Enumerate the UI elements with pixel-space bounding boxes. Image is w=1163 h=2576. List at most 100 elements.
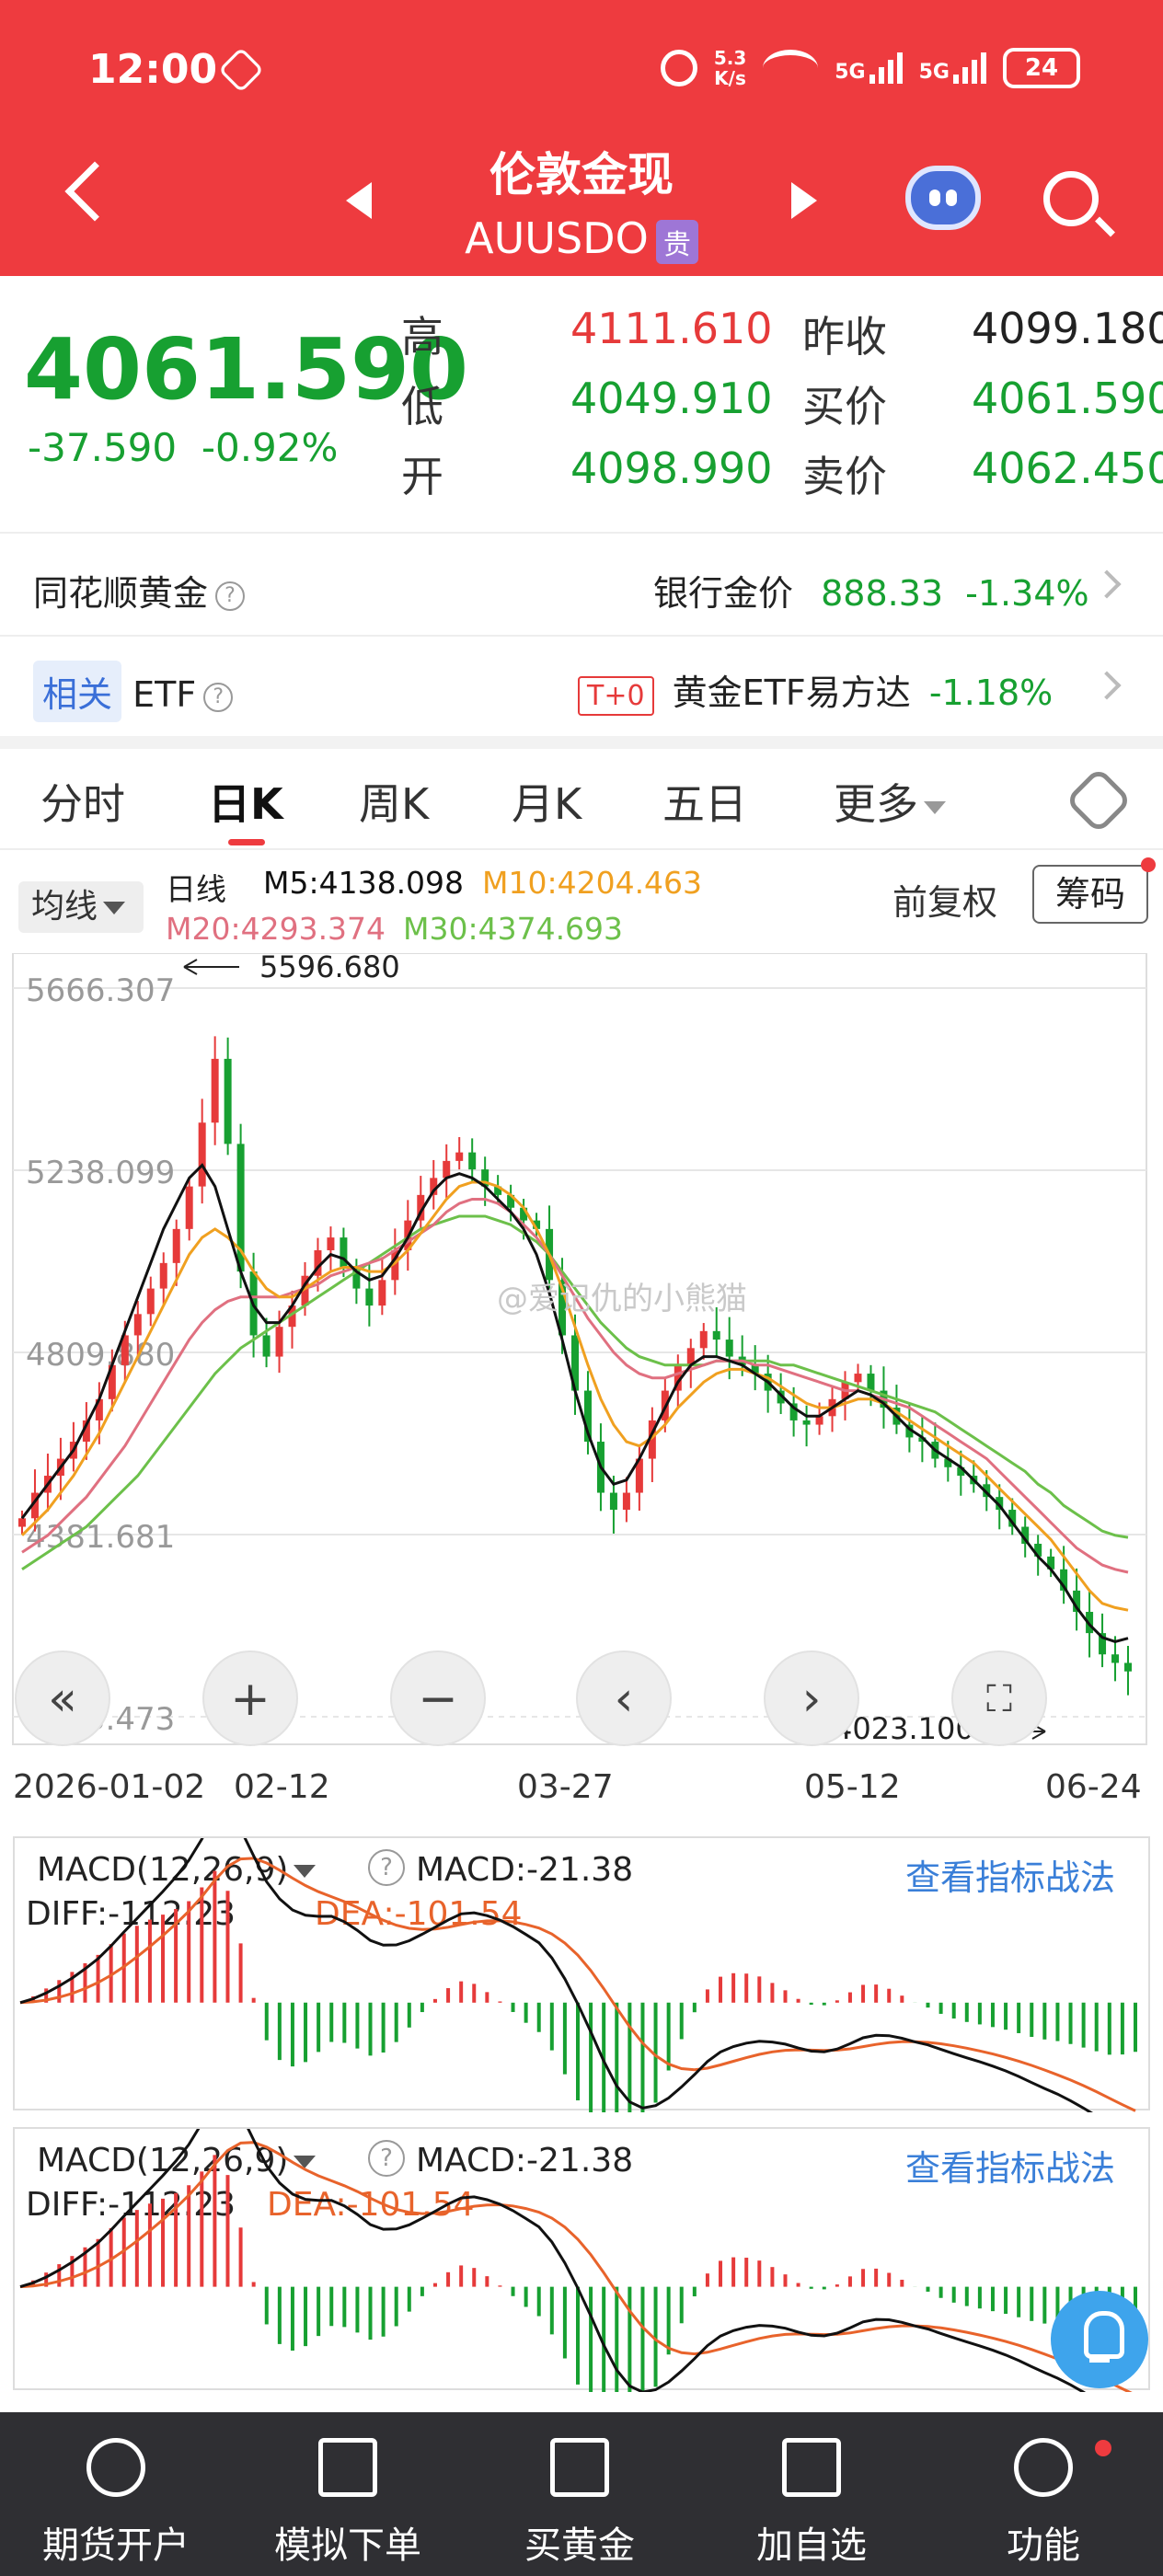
- t0-badge: T+0: [578, 676, 654, 716]
- help-icon[interactable]: ?: [215, 581, 246, 611]
- first-page-button[interactable]: «: [15, 1650, 110, 1746]
- change-percent: -0.92%: [201, 425, 339, 470]
- battery-icon: 24: [1003, 48, 1080, 88]
- candle-body: [224, 1058, 232, 1144]
- candle-body: [802, 1420, 811, 1425]
- watermark: @爱记仇的小熊猫: [497, 1281, 747, 1317]
- bank-gold-row[interactable]: 同花顺黄金? 银行金价 888.33 -1.34%: [0, 535, 1163, 637]
- signal-icon-2: 5G: [919, 52, 986, 84]
- x-tick-0: 2026-01-02: [13, 1768, 206, 1806]
- tab-weekly-k[interactable]: 周K: [359, 771, 429, 832]
- notification-dot: [1095, 2440, 1111, 2456]
- candle-body: [18, 1518, 26, 1527]
- help-icon[interactable]: ?: [203, 682, 234, 712]
- nav-buy-gold[interactable]: 买黄金: [464, 2412, 696, 2576]
- lightbulb-icon[interactable]: [1051, 2291, 1148, 2388]
- candle-body: [1111, 1654, 1120, 1663]
- candle-body: [622, 1492, 630, 1511]
- net-speed-unit: K/s: [714, 67, 746, 89]
- etf-fund-name: 黄金ETF易方达: [672, 673, 911, 713]
- candle-body: [854, 1374, 862, 1383]
- fullscreen-button[interactable]: ⛶: [951, 1650, 1047, 1746]
- candle-body: [275, 1327, 283, 1357]
- caret-down-icon: [924, 800, 946, 814]
- candle-body: [1124, 1662, 1132, 1672]
- ma20-label: M20:4293.374: [166, 911, 386, 947]
- precious-badge: 贵: [655, 219, 698, 264]
- candle-body: [211, 1058, 219, 1123]
- chip-button[interactable]: 筹码: [1032, 865, 1148, 924]
- nav-functions[interactable]: 功能: [927, 2412, 1159, 2576]
- tab-monthly-k[interactable]: 月K: [512, 771, 582, 832]
- page-title: 伦敦金现: [489, 148, 674, 201]
- candle-body: [609, 1492, 617, 1511]
- hand-icon: [218, 47, 264, 93]
- ma-selector-label: 均线: [31, 888, 98, 926]
- etf-left: 相关 ETF?: [33, 661, 234, 722]
- quote-panel: 4061.590 -37.590 -0.92% 高 4111.610 低 404…: [0, 276, 1163, 534]
- bank-gold-pct: -1.34%: [965, 573, 1089, 614]
- prev-close-value: 4099.180: [972, 304, 1163, 353]
- prev-button[interactable]: ‹: [576, 1650, 672, 1746]
- ma5-label: M5:4138.098: [263, 865, 465, 901]
- ma10-label: M10:4204.463: [482, 865, 703, 901]
- candle-body: [172, 1228, 180, 1263]
- tab-more[interactable]: 更多: [834, 771, 946, 832]
- nav-label: 加自选: [756, 2524, 867, 2567]
- candle-body: [712, 1330, 720, 1340]
- status-time: 12:00: [88, 46, 218, 93]
- zoom-out-button[interactable]: −: [390, 1650, 486, 1746]
- document-icon: [318, 2438, 377, 2497]
- candle-body: [133, 1314, 142, 1336]
- tab-underline: [228, 839, 265, 845]
- y-tick-label: 4381.681: [26, 1519, 175, 1556]
- bid-value: 4061.590: [972, 374, 1163, 423]
- nav-label: 期货开户: [42, 2524, 190, 2567]
- net-type-1: 5G: [835, 61, 866, 84]
- next-instrument-icon[interactable]: [791, 182, 817, 219]
- high-label: 高: [401, 312, 443, 362]
- low-label: 低: [401, 382, 443, 431]
- compass-icon: [86, 2438, 145, 2497]
- tab-intraday[interactable]: 分时: [40, 771, 125, 832]
- alarm-icon: [660, 50, 697, 86]
- next-button[interactable]: ›: [764, 1650, 859, 1746]
- search-icon[interactable]: [1043, 171, 1099, 226]
- instrument-code: AUUSDO: [465, 213, 649, 263]
- adjust-mode[interactable]: 前复权: [892, 874, 997, 925]
- ma-selector[interactable]: 均线: [18, 881, 144, 933]
- k-line-chart[interactable]: 5666.3075238.0994809.8804381.6813953.473…: [0, 953, 1163, 1754]
- nav-add-watchlist[interactable]: 加自选: [696, 2412, 927, 2576]
- candle-body: [327, 1237, 335, 1250]
- signal-icon-1: 5G: [835, 52, 903, 84]
- candle-body: [699, 1330, 708, 1349]
- etf-right: T+0 黄金ETF易方达 -1.18%: [578, 664, 1053, 716]
- related-tag: 相关: [33, 661, 122, 722]
- bank-gold-left: 同花顺黄金?: [33, 565, 246, 615]
- bank-gold-value: 888.33: [821, 573, 944, 614]
- macd-panel-1: MACD(12,26,9) ? MACD:-21.38 查看指标战法 DIFF:…: [13, 1836, 1150, 2112]
- etf-row[interactable]: 相关 ETF? T+0 黄金ETF易方达 -1.18%: [0, 637, 1163, 738]
- assistant-robot-icon[interactable]: [905, 166, 981, 230]
- macd-chart-2: [19, 2129, 1137, 2392]
- candle-body: [185, 1186, 193, 1229]
- tab-five-day[interactable]: 五日: [662, 771, 747, 832]
- ma30-label: M30:4374.693: [403, 911, 624, 947]
- nav-simulated-order[interactable]: 模拟下单: [232, 2412, 464, 2576]
- net-speed-value: 5.3: [713, 47, 747, 69]
- price-change: -37.590 -0.92%: [28, 425, 338, 470]
- period-tabs: 分时 日K 周K 月K 五日 更多: [0, 749, 1163, 850]
- chevron-right-icon: [1092, 671, 1122, 700]
- zoom-in-button[interactable]: +: [202, 1650, 298, 1746]
- bank-gold-label: 银行金价: [653, 573, 794, 614]
- ask-value: 4062.450: [972, 443, 1163, 493]
- open-label: 开: [401, 452, 443, 501]
- y-tick-label: 5666.307: [26, 972, 175, 1009]
- candle-body: [378, 1280, 386, 1306]
- y-tick-label: 5238.099: [26, 1155, 175, 1191]
- x-tick-4: 06-24: [1045, 1768, 1142, 1806]
- nav-futures-account[interactable]: 期货开户: [0, 2412, 232, 2576]
- tab-daily-k[interactable]: 日K: [208, 771, 283, 832]
- candle-body: [455, 1152, 464, 1161]
- menu-icon: [1014, 2438, 1073, 2497]
